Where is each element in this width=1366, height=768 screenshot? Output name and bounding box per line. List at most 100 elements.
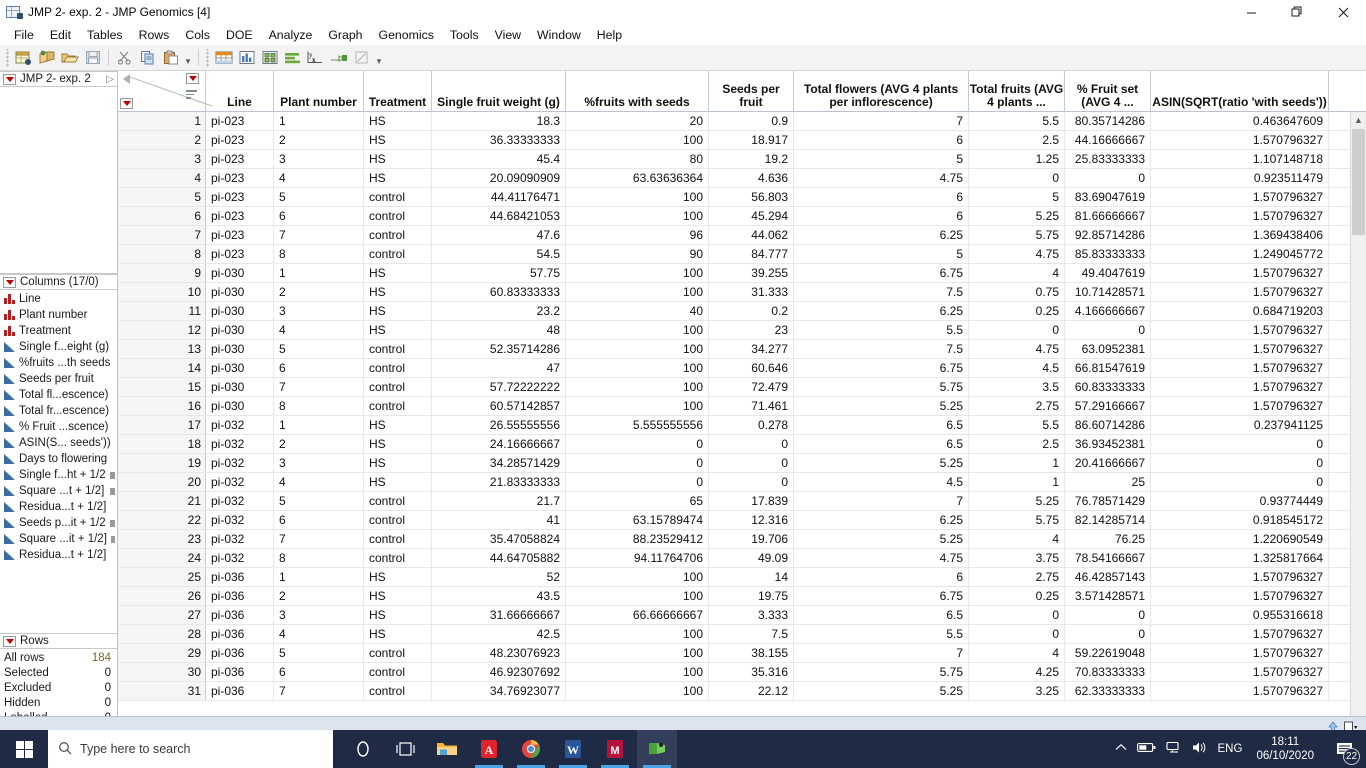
table-cell[interactable]: 25.83333333 bbox=[1065, 150, 1151, 168]
paste-icon[interactable] bbox=[159, 47, 182, 69]
table-cell[interactable]: pi-032 bbox=[206, 473, 274, 491]
table-cell[interactable]: 100 bbox=[566, 131, 709, 149]
table-cell[interactable]: 2.5 bbox=[969, 435, 1065, 453]
menu-tools[interactable]: Tools bbox=[442, 26, 487, 44]
table-cell[interactable]: 5.25 bbox=[969, 207, 1065, 225]
table-cell[interactable]: pi-036 bbox=[206, 587, 274, 605]
row-number[interactable]: 20 bbox=[118, 473, 206, 491]
table-cell[interactable]: 44.16666667 bbox=[1065, 131, 1151, 149]
toolbar-overflow-2[interactable]: ▾ bbox=[373, 47, 385, 69]
row-number[interactable]: 26 bbox=[118, 587, 206, 605]
table-cell[interactable]: 0.923511479 bbox=[1151, 169, 1329, 187]
table-cell[interactable]: control bbox=[364, 549, 432, 567]
table-cell[interactable]: 0 bbox=[1065, 321, 1151, 339]
table-cell[interactable]: pi-030 bbox=[206, 302, 274, 320]
table-row[interactable]: 28 pi-036 4 HS 42.5 100 7.5 5.5 0 0 1.570796327 bbox=[118, 625, 1366, 644]
table-cell[interactable]: 7 bbox=[794, 112, 969, 130]
table-row[interactable]: 1 pi-023 1 HS 18.3 20 0.9 7 5.5 80.35714286 0.4636… bbox=[118, 112, 1366, 131]
row-number[interactable]: 11 bbox=[118, 302, 206, 320]
table-cell[interactable]: 1 bbox=[274, 264, 364, 282]
table-cell[interactable]: control bbox=[364, 492, 432, 510]
close-button[interactable] bbox=[1320, 0, 1366, 24]
table-cell[interactable]: 5.5 bbox=[969, 416, 1065, 434]
table-cell[interactable]: HS bbox=[364, 283, 432, 301]
table-cell[interactable]: 5.25 bbox=[794, 397, 969, 415]
table-cell[interactable]: control bbox=[364, 644, 432, 662]
table-row[interactable]: 10 pi-030 2 HS 60.83333333 100 31.333 7.5 0.75 10… bbox=[118, 283, 1366, 302]
table-cell[interactable]: 5.5 bbox=[794, 321, 969, 339]
table-cell[interactable]: 34.28571429 bbox=[432, 454, 566, 472]
row-number[interactable]: 29 bbox=[118, 644, 206, 662]
taskbar-clock[interactable]: 18:11 06/10/2020 bbox=[1252, 735, 1318, 763]
row-number[interactable]: 23 bbox=[118, 530, 206, 548]
save-icon[interactable] bbox=[81, 47, 104, 69]
table-row[interactable]: 30 pi-036 6 control 46.92307692 100 35.316 5.75… bbox=[118, 663, 1366, 682]
table-cell[interactable]: 7 bbox=[274, 530, 364, 548]
columns-panel-header[interactable]: Columns (17/0) bbox=[0, 274, 117, 290]
table-cell[interactable]: 0 bbox=[566, 454, 709, 472]
table-cell[interactable]: 5.25 bbox=[969, 492, 1065, 510]
row-number[interactable]: 24 bbox=[118, 549, 206, 567]
table-cell[interactable]: 57.72222222 bbox=[432, 378, 566, 396]
table-cell[interactable]: pi-030 bbox=[206, 321, 274, 339]
table-cell[interactable]: 38.155 bbox=[709, 644, 794, 662]
table-cell[interactable]: 6 bbox=[274, 359, 364, 377]
table-cell[interactable]: 35.47058824 bbox=[432, 530, 566, 548]
table-row[interactable]: 9 pi-030 1 HS 57.75 100 39.255 6.75 4 49.4047619 1… bbox=[118, 264, 1366, 283]
table-cell[interactable]: 57.75 bbox=[432, 264, 566, 282]
table-cell[interactable]: 31.333 bbox=[709, 283, 794, 301]
table-cell[interactable]: HS bbox=[364, 264, 432, 282]
table-cell[interactable]: 1.25 bbox=[969, 150, 1065, 168]
menu-doe[interactable]: DOE bbox=[218, 26, 261, 44]
table-cell[interactable]: 7 bbox=[794, 644, 969, 662]
table-cell[interactable]: 45.4 bbox=[432, 150, 566, 168]
table-cell[interactable]: 1.570796327 bbox=[1151, 587, 1329, 605]
table-row[interactable]: 24 pi-032 8 control 44.64705882 94.11764706 49… bbox=[118, 549, 1366, 568]
table-cell[interactable]: 6 bbox=[274, 207, 364, 225]
table-cell[interactable]: 34.76923077 bbox=[432, 682, 566, 700]
table-row[interactable]: 13 pi-030 5 control 52.35714286 100 34.277 7.5 4… bbox=[118, 340, 1366, 359]
table-cell[interactable]: 42.5 bbox=[432, 625, 566, 643]
table-cell[interactable]: 100 bbox=[566, 207, 709, 225]
table-cell[interactable]: pi-032 bbox=[206, 435, 274, 453]
table-cell[interactable]: 2 bbox=[274, 587, 364, 605]
table-cell[interactable]: 1.570796327 bbox=[1151, 283, 1329, 301]
table-cell[interactable]: 4 bbox=[969, 530, 1065, 548]
start-button[interactable] bbox=[0, 730, 48, 768]
table-cell[interactable]: 76.78571429 bbox=[1065, 492, 1151, 510]
table-cell[interactable]: 45.294 bbox=[709, 207, 794, 225]
table-cell[interactable]: 1.570796327 bbox=[1151, 644, 1329, 662]
column-list-item[interactable]: % Fruit ...scence) bbox=[0, 419, 117, 435]
table-cell[interactable]: 5.25 bbox=[794, 530, 969, 548]
show-hidden-icons[interactable] bbox=[1115, 743, 1127, 756]
table-row[interactable]: 15 pi-030 7 control 57.72222222 100 72.479 5.75… bbox=[118, 378, 1366, 397]
table-cell[interactable]: 4 bbox=[969, 644, 1065, 662]
table-cell[interactable]: 100 bbox=[566, 188, 709, 206]
table-cell[interactable]: 1.325817664 bbox=[1151, 549, 1329, 567]
vertical-scrollbar[interactable]: ▲ ▼ bbox=[1350, 112, 1366, 730]
menu-analyze[interactable]: Analyze bbox=[261, 26, 321, 44]
table-cell[interactable]: 6 bbox=[794, 207, 969, 225]
table-cell[interactable]: 54.5 bbox=[432, 245, 566, 263]
table-cell[interactable]: 17.839 bbox=[709, 492, 794, 510]
table-cell[interactable]: control bbox=[364, 207, 432, 225]
table-cell[interactable]: 1.107148718 bbox=[1151, 150, 1329, 168]
taskbar-search[interactable]: Type here to search bbox=[48, 730, 333, 768]
cortana-icon[interactable] bbox=[343, 730, 383, 768]
table-cell[interactable]: 96 bbox=[566, 226, 709, 244]
table-cell[interactable]: 0 bbox=[1065, 625, 1151, 643]
table-row[interactable]: 19 pi-032 3 HS 34.28571429 0 0 5.25 1 20.41666667… bbox=[118, 454, 1366, 473]
row-number[interactable]: 16 bbox=[118, 397, 206, 415]
table-cell[interactable]: 66.81547619 bbox=[1065, 359, 1151, 377]
toolbar-overflow-1[interactable]: ▾ bbox=[182, 47, 194, 69]
table-cell[interactable]: 5.555555556 bbox=[566, 416, 709, 434]
table-cell[interactable]: pi-030 bbox=[206, 397, 274, 415]
table-cell[interactable]: 4.5 bbox=[969, 359, 1065, 377]
table-cell[interactable]: pi-030 bbox=[206, 340, 274, 358]
table-cell[interactable]: 100 bbox=[566, 663, 709, 681]
menu-view[interactable]: View bbox=[487, 26, 529, 44]
table-cell[interactable]: 52 bbox=[432, 568, 566, 586]
table-cell[interactable]: 1 bbox=[274, 112, 364, 130]
column-list-item[interactable]: Seeds per fruit bbox=[0, 371, 117, 387]
table-cell[interactable]: 1 bbox=[969, 473, 1065, 491]
